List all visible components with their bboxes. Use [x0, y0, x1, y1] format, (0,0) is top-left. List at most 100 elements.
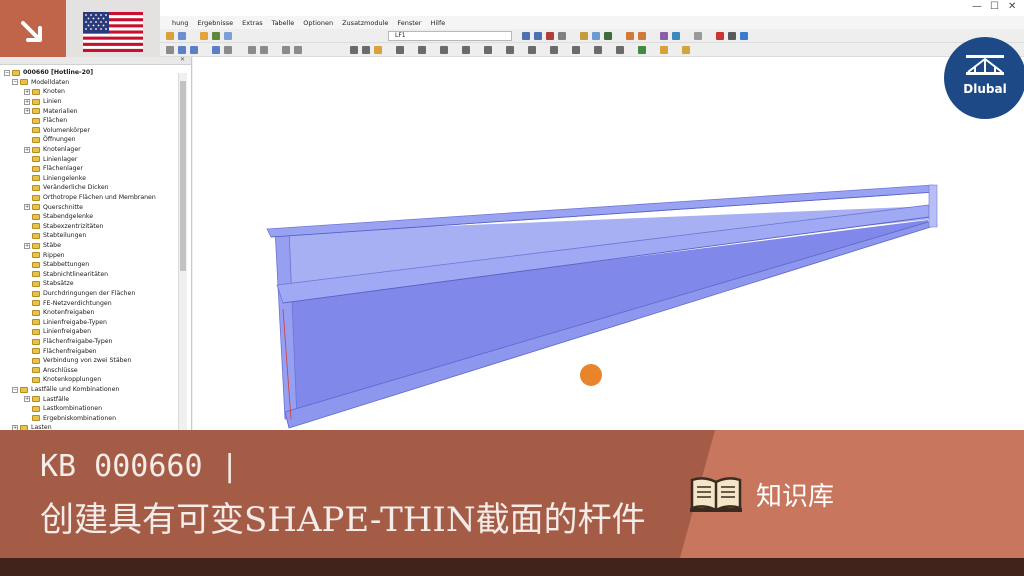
- tree-expander[interactable]: +: [24, 88, 30, 95]
- tree-item[interactable]: Flächenlager: [24, 164, 83, 174]
- tree-item[interactable]: − Modelldaten: [12, 78, 69, 88]
- member-icon[interactable]: [580, 32, 588, 40]
- tree-item[interactable]: Anschlüsse: [24, 366, 78, 376]
- tree-item[interactable]: Veränderliche Dicken: [24, 183, 109, 193]
- top-icon[interactable]: [550, 46, 558, 54]
- tree-item[interactable]: Linienlager: [24, 154, 77, 164]
- view-icon[interactable]: [224, 32, 232, 40]
- menu-zusatzmodule[interactable]: Zusatzmodule: [342, 19, 388, 27]
- tree-item[interactable]: + Materialien: [24, 106, 78, 116]
- tree-item[interactable]: Liniengelenke: [24, 174, 86, 184]
- solid-icon[interactable]: [604, 32, 612, 40]
- save-icon[interactable]: [178, 32, 186, 40]
- guide-icon[interactable]: [462, 46, 470, 54]
- tree-item[interactable]: Stabexzentrizitäten: [24, 222, 103, 232]
- tree-item[interactable]: Knotenkopplungen: [24, 375, 101, 385]
- tree-item[interactable]: Orthotrope Flächen und Membranen: [24, 193, 156, 203]
- divide-icon[interactable]: [294, 46, 302, 54]
- tree-item[interactable]: + Linien: [24, 97, 62, 107]
- menu-hilfe[interactable]: Hilfe: [430, 19, 445, 27]
- tree-item[interactable]: Linienfreigaben: [24, 327, 91, 337]
- us-flag-icon[interactable]: [83, 12, 143, 52]
- tree-item[interactable]: Rippen: [24, 250, 65, 260]
- tree-item[interactable]: Stabnichtlinearitäten: [24, 270, 108, 280]
- tree-expander[interactable]: +: [24, 146, 30, 153]
- rotate-icon[interactable]: [212, 46, 220, 54]
- tree-item[interactable]: Durchdringungen der Flächen: [24, 289, 135, 299]
- maximize-button[interactable]: ☐: [990, 1, 999, 12]
- grid-icon[interactable]: [350, 46, 358, 54]
- tree-item[interactable]: + Knoten: [24, 87, 65, 97]
- comment-icon[interactable]: [440, 46, 448, 54]
- clip-icon[interactable]: [484, 46, 492, 54]
- color-icon[interactable]: [660, 46, 668, 54]
- tree-item[interactable]: Lastkombinationen: [24, 404, 102, 414]
- tree-item[interactable]: Flächen: [24, 116, 67, 126]
- tree-expander[interactable]: −: [4, 69, 10, 76]
- tree-item[interactable]: + Querschnitte: [24, 202, 83, 212]
- menu-tabelle[interactable]: Tabelle: [272, 19, 295, 27]
- navigator-scrollbar[interactable]: [178, 73, 187, 430]
- tree-item[interactable]: + Knotenlager: [24, 145, 81, 155]
- menu-berechnung[interactable]: hung: [172, 19, 189, 27]
- zoom-icon[interactable]: [558, 32, 566, 40]
- tree-item[interactable]: Linienfreigabe-Typen: [24, 318, 107, 328]
- print-icon[interactable]: [728, 32, 736, 40]
- tree-item[interactable]: Stabteilungen: [24, 231, 86, 241]
- tree-expander[interactable]: −: [12, 79, 18, 86]
- tree-item[interactable]: Flächenfreigabe-Typen: [24, 337, 112, 347]
- prev-icon[interactable]: [522, 32, 530, 40]
- menu-optionen[interactable]: Optionen: [303, 19, 333, 27]
- surface-icon[interactable]: [592, 32, 600, 40]
- menu-fenster[interactable]: Fenster: [397, 19, 421, 27]
- tree-item[interactable]: FE-Netzverdichtungen: [24, 298, 112, 308]
- tree-item[interactable]: Öffnungen: [24, 135, 76, 145]
- menu-extras[interactable]: Extras: [242, 19, 263, 27]
- info-icon[interactable]: [672, 32, 680, 40]
- open-icon[interactable]: [166, 32, 174, 40]
- tree-expander[interactable]: −: [12, 386, 18, 393]
- side-icon[interactable]: [572, 46, 580, 54]
- measure-icon[interactable]: [694, 32, 702, 40]
- tree-expander[interactable]: +: [24, 242, 30, 249]
- navigator-scroll-thumb[interactable]: [180, 81, 186, 271]
- tree-item[interactable]: − 000660 [Hotline-20]: [4, 68, 93, 78]
- close-button[interactable]: ✕: [1008, 1, 1016, 12]
- node-icon[interactable]: [178, 46, 186, 54]
- move-icon[interactable]: [224, 46, 232, 54]
- tree-item[interactable]: Stabendgelenke: [24, 212, 93, 222]
- solid-view-icon[interactable]: [616, 46, 624, 54]
- tree-expander[interactable]: +: [24, 204, 30, 211]
- tree-item[interactable]: Knotenfreigaben: [24, 308, 94, 318]
- mirror-icon[interactable]: [260, 46, 268, 54]
- delete-icon[interactable]: [716, 32, 724, 40]
- tree-item[interactable]: Stabbettungen: [24, 260, 89, 270]
- menu-ergebnisse[interactable]: Ergebnisse: [198, 19, 234, 27]
- tree-item[interactable]: Volumenkörper: [24, 126, 90, 136]
- tree-item[interactable]: Ergebniskombinationen: [24, 414, 116, 424]
- select-icon[interactable]: [166, 46, 174, 54]
- render-icon[interactable]: [212, 32, 220, 40]
- display-icon[interactable]: [626, 32, 634, 40]
- navigator-close-button[interactable]: ✕: [180, 56, 185, 63]
- tree-item[interactable]: Stabsätze: [24, 279, 74, 289]
- copy-icon[interactable]: [248, 46, 256, 54]
- tree-item[interactable]: Flächenfreigaben: [24, 346, 97, 356]
- scheme-icon[interactable]: [682, 46, 690, 54]
- wireframe-icon[interactable]: [594, 46, 602, 54]
- dim-icon[interactable]: [418, 46, 426, 54]
- results-icon[interactable]: [546, 32, 554, 40]
- tree-item[interactable]: + Lastfälle: [24, 394, 69, 404]
- tree-item[interactable]: − Lastfälle und Kombinationen: [12, 385, 119, 395]
- tree-expander[interactable]: +: [24, 396, 30, 403]
- model-viewport[interactable]: [193, 57, 1024, 430]
- workplane-icon[interactable]: [374, 46, 382, 54]
- iso-icon[interactable]: [506, 46, 514, 54]
- help-icon[interactable]: [740, 32, 748, 40]
- load-case-select[interactable]: LF1: [388, 31, 512, 41]
- section-icon[interactable]: [660, 32, 668, 40]
- snap-icon[interactable]: [362, 46, 370, 54]
- front-icon[interactable]: [528, 46, 536, 54]
- tree-expander[interactable]: +: [24, 108, 30, 115]
- filter-icon[interactable]: [638, 32, 646, 40]
